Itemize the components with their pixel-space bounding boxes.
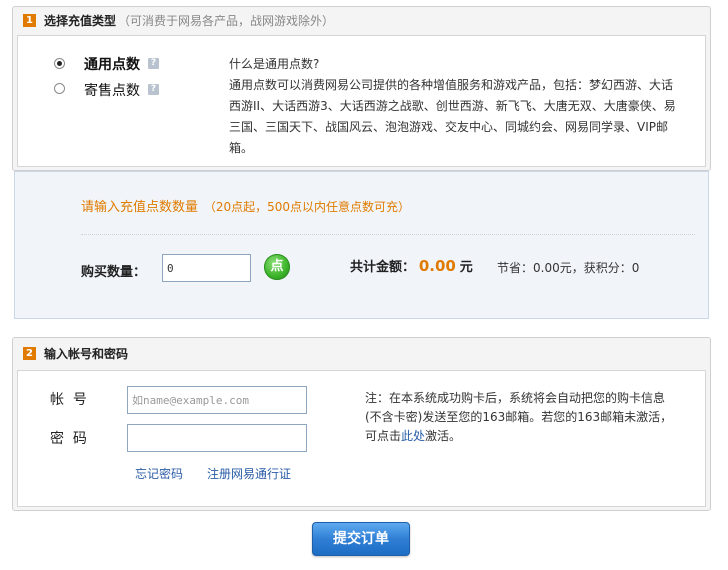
password-label: 密 码 [50,431,87,447]
general-points-description: 什么是通用点数? 通用点数可以消费网易公司提供的各种增值服务和游戏产品，包括：梦… [229,54,689,159]
description-line: 西游II、大话西游3、大话西游之战歌、创世西游、新飞飞、大唐无双、大唐豪侠、易 [229,99,676,113]
description-title: 什么是通用点数? [229,57,320,71]
recharge-type-body: 通用点数 ? 寄售点数 ? 什么是通用点数? 通用点数可以消费网易公司提供的各种… [17,35,706,167]
radio-general-points[interactable] [54,58,65,69]
divider [81,234,695,235]
section-2-title: 输入帐号和密码 [44,346,129,361]
total-unit: 元 [459,260,473,275]
radio-consignment-points[interactable] [54,83,65,94]
quantity-input[interactable] [162,254,251,282]
forgot-password-link[interactable]: 忘记密码 [135,465,183,482]
section-1-title: 选择充值类型 [44,13,117,28]
total-amount-value: 0.00 [418,257,456,275]
note-line: 注：在本系统成功购卡后，系统将会自动把您的购卡信息 [365,391,666,405]
help-icon[interactable]: ? [148,58,159,69]
account-body: 帐 号 密 码 忘记密码 注册网易通行证 注：在本系统成功购卡后，系统将会自动把… [17,370,706,507]
savings-info: 节省：0.00元，获积分：0 [497,261,640,275]
note-line: (不含卡密)发送至您的163邮箱。若您的163邮箱未激活， [365,410,673,424]
recharge-type-panel: 1 选择充值类型 （可消费于网易各产品，战网游戏除外） 通用点数 ? 寄售点数 … [12,6,711,171]
description-line: 通用点数可以消费网易公司提供的各种增值服务和游戏产品，包括：梦幻西游、大话 [229,78,674,92]
note-line: 可点击此处激活。 [365,427,695,446]
section-2-header: 2 输入帐号和密码 [13,338,710,368]
description-line: 箱。 [229,141,254,155]
note-text: 可点击 [365,429,402,443]
recharge-hint: （20点起，500点以内任意点数可充） [203,200,411,214]
activate-link[interactable]: 此处 [401,429,425,443]
help-icon[interactable]: ? [148,84,159,95]
section-1-subtitle: （可消费于网易各产品，战网游戏除外） [118,13,335,28]
account-label: 帐 号 [50,392,87,408]
option-consignment-points-label[interactable]: 寄售点数 [84,80,140,100]
note-text: 激活。 [425,429,462,443]
submit-order-button[interactable]: 提交订单 [312,522,410,556]
total-amount: 共计金额： 0.00 元 [350,256,473,275]
account-input[interactable] [127,386,307,414]
account-note: 注：在本系统成功购卡后，系统将会自动把您的购卡信息 (不含卡密)发送至您的163… [365,389,695,446]
section-1-header: 1 选择充值类型 （可消费于网易各产品，战网游戏除外） [13,7,710,33]
step-2-badge: 2 [23,346,36,360]
quantity-label: 购买数量： [81,265,147,280]
recharge-prompt-text: 请输入充值点数数量 [81,200,199,215]
recharge-prompt: 请输入充值点数数量 （20点起，500点以内任意点数可充） [81,196,410,215]
option-general-points-label[interactable]: 通用点数 [84,54,140,74]
account-panel: 2 输入帐号和密码 帐 号 密 码 忘记密码 注册网易通行证 注：在本系统成功购… [12,337,711,511]
recharge-amount-box: 请输入充值点数数量 （20点起，500点以内任意点数可充） 购买数量： 点 共计… [14,171,709,319]
register-link[interactable]: 注册网易通行证 [207,465,291,482]
points-unit-button[interactable]: 点 [264,254,290,280]
password-input[interactable] [127,424,307,452]
total-label: 共计金额： [350,260,416,275]
step-1-badge: 1 [23,13,36,27]
description-line: 三国、三国天下、战国风云、泡泡游戏、交友中心、同城约会、网易同学录、VIP邮 [229,120,668,134]
